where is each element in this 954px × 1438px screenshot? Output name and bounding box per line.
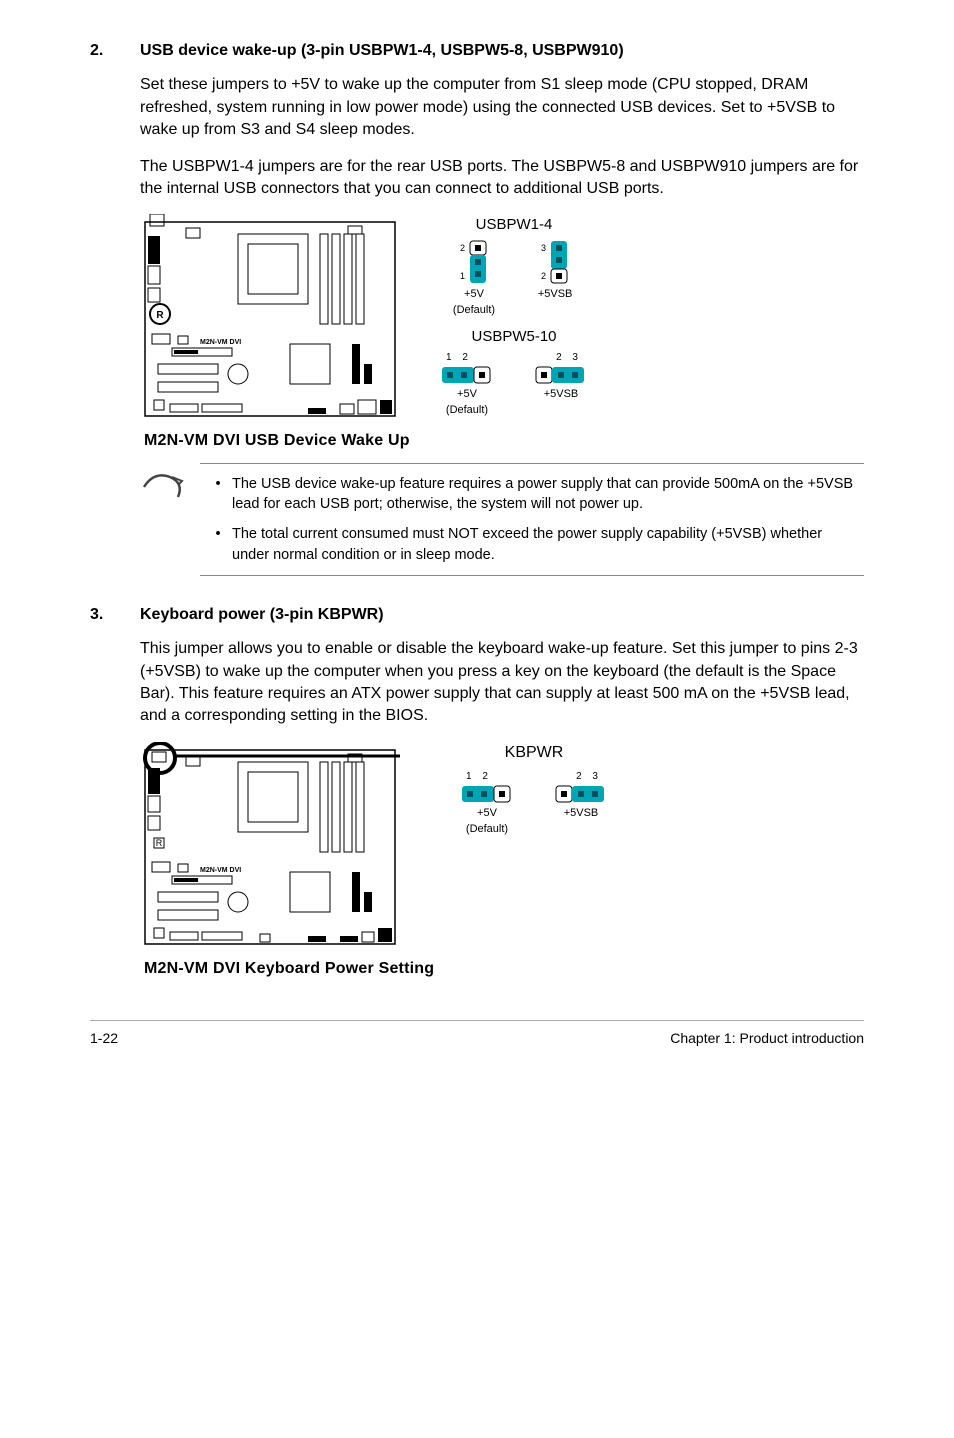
bullet-icon: • bbox=[204, 524, 232, 565]
note-item: • The USB device wake-up feature require… bbox=[204, 474, 860, 515]
jumper-title: KBPWR bbox=[460, 742, 608, 764]
svg-text:2: 2 bbox=[541, 271, 546, 281]
jumper-group-title: USBPW1-4 bbox=[440, 214, 588, 235]
diagram-caption: M2N-VM DVI Keyboard Power Setting bbox=[144, 958, 864, 980]
svg-text:M2N-VM DVI: M2N-VM DVI bbox=[200, 867, 241, 874]
motherboard-icon: R M2N-VM DVI bbox=[140, 742, 400, 952]
svg-text:R: R bbox=[156, 838, 163, 848]
jumper-pos-default: 1 2 +5V (Default) bbox=[440, 351, 494, 418]
section-title: USB device wake-up (3-pin USBPW1-4, USBP… bbox=[140, 40, 624, 62]
paragraph: Set these jumpers to +5V to wake up the … bbox=[140, 74, 864, 141]
page-footer: 1-22 Chapter 1: Product introduction bbox=[90, 1020, 864, 1049]
section-number: 3. bbox=[90, 604, 140, 626]
note-box: • The USB device wake-up feature require… bbox=[140, 463, 864, 576]
section-number: 2. bbox=[90, 40, 140, 62]
note-icon bbox=[140, 463, 200, 510]
svg-text:1: 1 bbox=[460, 271, 465, 281]
note-item: • The total current consumed must NOT ex… bbox=[204, 524, 860, 565]
usb-diagram: R M2N-VM DVI bbox=[140, 214, 864, 452]
section-keyboard-power: 3. Keyboard power (3-pin KBPWR) This jum… bbox=[90, 604, 864, 980]
motherboard-icon: R M2N-VM DVI bbox=[140, 214, 400, 424]
section-usb-wakeup: 2. USB device wake-up (3-pin USBPW1-4, U… bbox=[90, 40, 864, 576]
paragraph: The USBPW1-4 jumpers are for the rear US… bbox=[140, 156, 864, 201]
jumper-group-title: USBPW5-10 bbox=[440, 326, 588, 347]
jumper-pos-default: 2 1 +5V (Default) bbox=[453, 239, 495, 318]
jumper-pos-alt: 2 3 +5VSB bbox=[534, 351, 588, 402]
jumper-pos-alt: 3 2 +5VSB bbox=[535, 239, 575, 318]
section-title: Keyboard power (3-pin KBPWR) bbox=[140, 604, 384, 626]
chapter-label: Chapter 1: Product introduction bbox=[670, 1029, 864, 1049]
jumper-pos-default: 1 2 +5V (Default) bbox=[460, 770, 514, 837]
svg-text:R: R bbox=[156, 310, 164, 321]
bullet-icon: • bbox=[204, 474, 232, 515]
jumper-pos-alt: 2 3 +5VSB bbox=[554, 770, 608, 837]
board-label: M2N-VM DVI bbox=[200, 339, 241, 346]
kbpwr-diagram: R M2N-VM DVI bbox=[140, 742, 864, 980]
svg-text:2: 2 bbox=[460, 243, 465, 253]
diagram-caption: M2N-VM DVI USB Device Wake Up bbox=[144, 430, 864, 452]
svg-text:3: 3 bbox=[541, 243, 546, 253]
page-number: 1-22 bbox=[90, 1029, 118, 1049]
paragraph: This jumper allows you to enable or disa… bbox=[140, 638, 864, 728]
heading-row: 2. USB device wake-up (3-pin USBPW1-4, U… bbox=[90, 40, 864, 62]
heading-row: 3. Keyboard power (3-pin KBPWR) bbox=[90, 604, 864, 626]
